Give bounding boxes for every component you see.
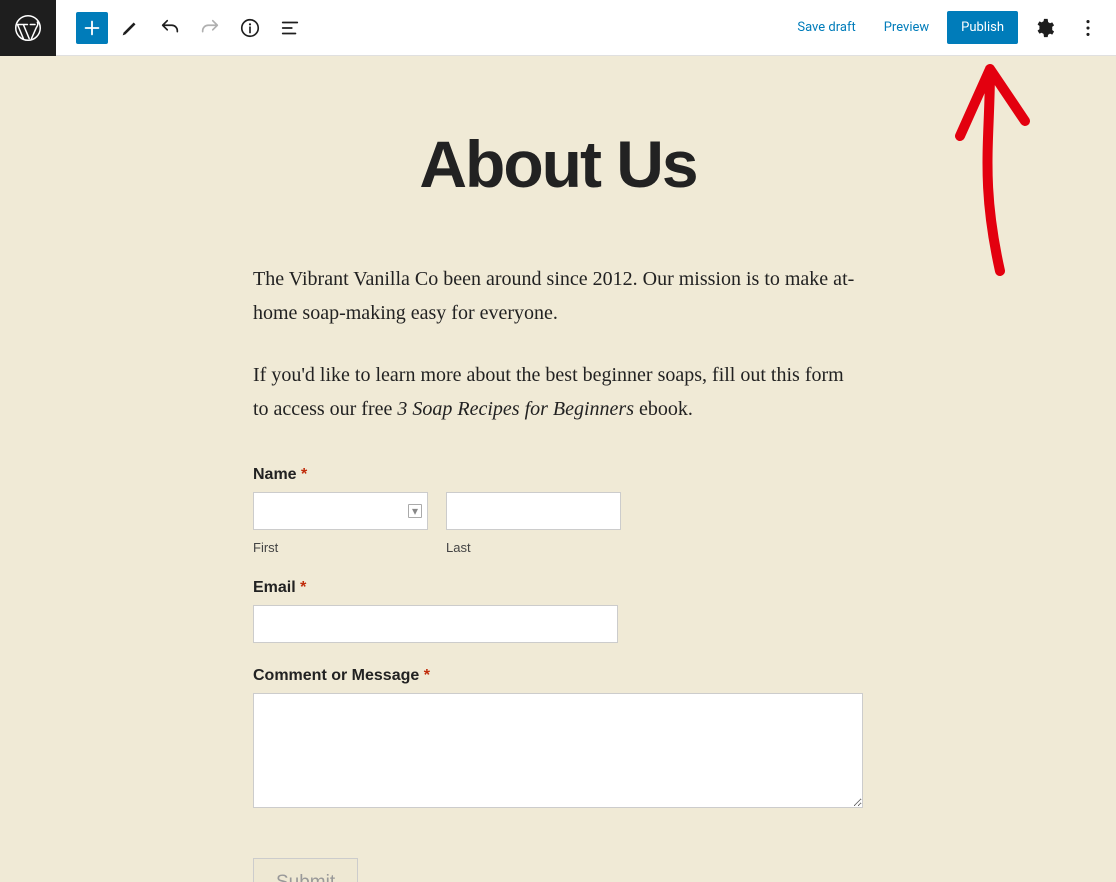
edit-icon[interactable] bbox=[112, 10, 148, 46]
message-label-text: Comment or Message bbox=[253, 667, 424, 684]
settings-gear-icon[interactable] bbox=[1026, 10, 1062, 46]
required-mark: * bbox=[424, 667, 430, 684]
page-title[interactable]: About Us bbox=[253, 126, 863, 202]
first-name-sublabel: First bbox=[253, 540, 428, 555]
toolbar-left-group bbox=[56, 10, 308, 46]
email-field-group: Email * bbox=[253, 579, 863, 643]
toolbar-right-group: Save draft Preview Publish bbox=[787, 10, 1116, 46]
outline-icon[interactable] bbox=[272, 10, 308, 46]
undo-icon[interactable] bbox=[152, 10, 188, 46]
required-mark: * bbox=[300, 579, 306, 596]
annotation-arrow bbox=[940, 61, 1040, 281]
more-options-icon[interactable] bbox=[1070, 10, 1106, 46]
save-draft-button[interactable]: Save draft bbox=[787, 12, 865, 43]
paragraph-2[interactable]: If you'd like to learn more about the be… bbox=[253, 358, 863, 426]
wordpress-logo[interactable] bbox=[0, 0, 56, 56]
email-label: Email * bbox=[253, 579, 863, 597]
first-name-input[interactable] bbox=[253, 492, 428, 530]
paragraph-1[interactable]: The Vibrant Vanilla Co been around since… bbox=[253, 262, 863, 330]
name-field-group: Name * ▾ First Last bbox=[253, 466, 863, 555]
message-field-group: Comment or Message * bbox=[253, 667, 863, 812]
autofill-icon: ▾ bbox=[408, 504, 422, 518]
email-label-text: Email bbox=[253, 579, 300, 596]
last-name-sublabel: Last bbox=[446, 540, 621, 555]
preview-button[interactable]: Preview bbox=[874, 12, 939, 43]
page-content: About Us The Vibrant Vanilla Co been aro… bbox=[253, 126, 863, 882]
required-mark: * bbox=[301, 466, 307, 483]
submit-button[interactable]: Submit bbox=[253, 858, 358, 882]
info-icon[interactable] bbox=[232, 10, 268, 46]
paragraph-2-em: 3 Soap Recipes for Beginners bbox=[397, 398, 634, 420]
last-name-input[interactable] bbox=[446, 492, 621, 530]
email-input[interactable] bbox=[253, 605, 618, 643]
name-label-text: Name bbox=[253, 466, 301, 483]
publish-button[interactable]: Publish bbox=[947, 11, 1018, 44]
contact-form: Name * ▾ First Last bbox=[253, 466, 863, 882]
name-label: Name * bbox=[253, 466, 863, 484]
message-textarea[interactable] bbox=[253, 693, 863, 808]
editor-canvas: About Us The Vibrant Vanilla Co been aro… bbox=[0, 56, 1116, 882]
redo-icon bbox=[192, 10, 228, 46]
paragraph-2-b: ebook. bbox=[634, 398, 693, 420]
add-block-button[interactable] bbox=[76, 12, 108, 44]
message-label: Comment or Message * bbox=[253, 667, 863, 685]
editor-toolbar: Save draft Preview Publish bbox=[0, 0, 1116, 56]
